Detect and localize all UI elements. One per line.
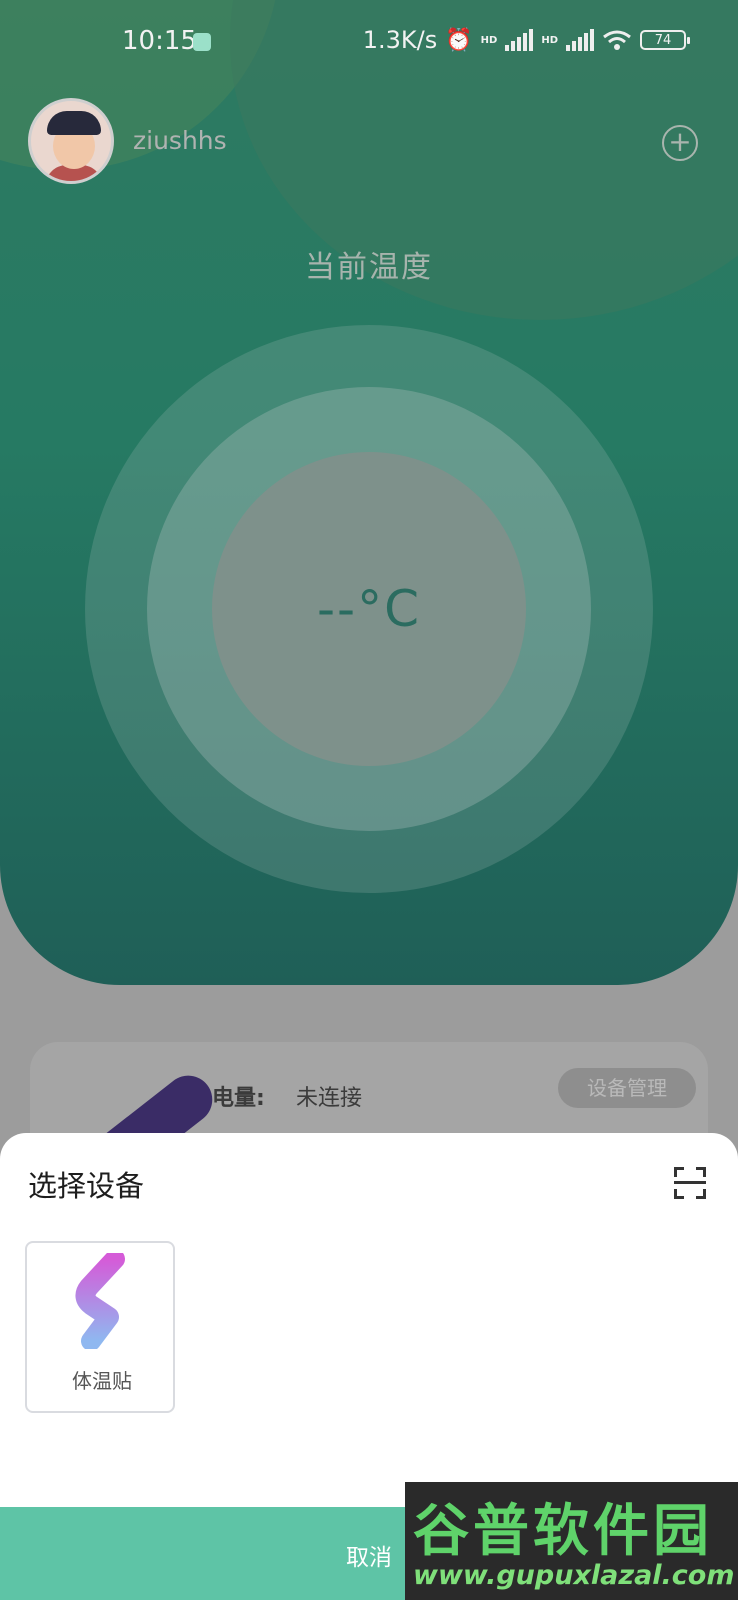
battery-icon: 74 — [640, 30, 690, 50]
wifi-icon — [603, 30, 631, 50]
device-manage-button[interactable]: 设备管理 — [558, 1068, 696, 1108]
watermark-logo: 谷普软件园 www.gupuxlazal.com — [405, 1482, 738, 1600]
username: ziushhs — [133, 126, 227, 155]
avatar-cap — [47, 111, 101, 135]
battery-status: 未连接 — [296, 1086, 363, 1111]
avatar[interactable] — [28, 98, 114, 184]
signal-icon — [505, 29, 534, 51]
device-option-tile[interactable]: 体温贴 — [25, 1241, 175, 1413]
temperature-value: --°C — [317, 580, 421, 638]
hd-label: HD — [541, 34, 558, 46]
alarm-icon: ⏰ — [445, 27, 473, 53]
sheet-title: 选择设备 — [28, 1169, 145, 1203]
device-option-label: 体温贴 — [72, 1369, 132, 1393]
battery-level: 74 — [654, 32, 672, 48]
watermark-title: 谷普软件园 — [413, 1499, 713, 1564]
watermark-url: www.gupuxlazal.com — [413, 1560, 735, 1591]
signal-icon — [566, 29, 594, 51]
patch-device-icon — [75, 1253, 125, 1349]
add-device-button[interactable]: + — [662, 125, 698, 161]
status-bar: 10:15 1.3K/s ⏰ HD HD 74 — [0, 0, 738, 84]
temperature-dial: --°C — [212, 452, 526, 766]
network-speed: 1.3K/s — [362, 26, 438, 54]
battery-label: 电量: — [212, 1086, 265, 1111]
temperature-title: 当前温度 — [305, 250, 433, 285]
status-indicators: 1.3K/s ⏰ HD HD 74 — [362, 26, 690, 54]
hd-label: HD — [480, 34, 498, 46]
scan-icon[interactable] — [674, 1167, 706, 1199]
status-time: 10:15 — [122, 26, 197, 56]
plus-circle-icon: + — [668, 125, 692, 158]
app-notification-icon — [193, 33, 211, 51]
